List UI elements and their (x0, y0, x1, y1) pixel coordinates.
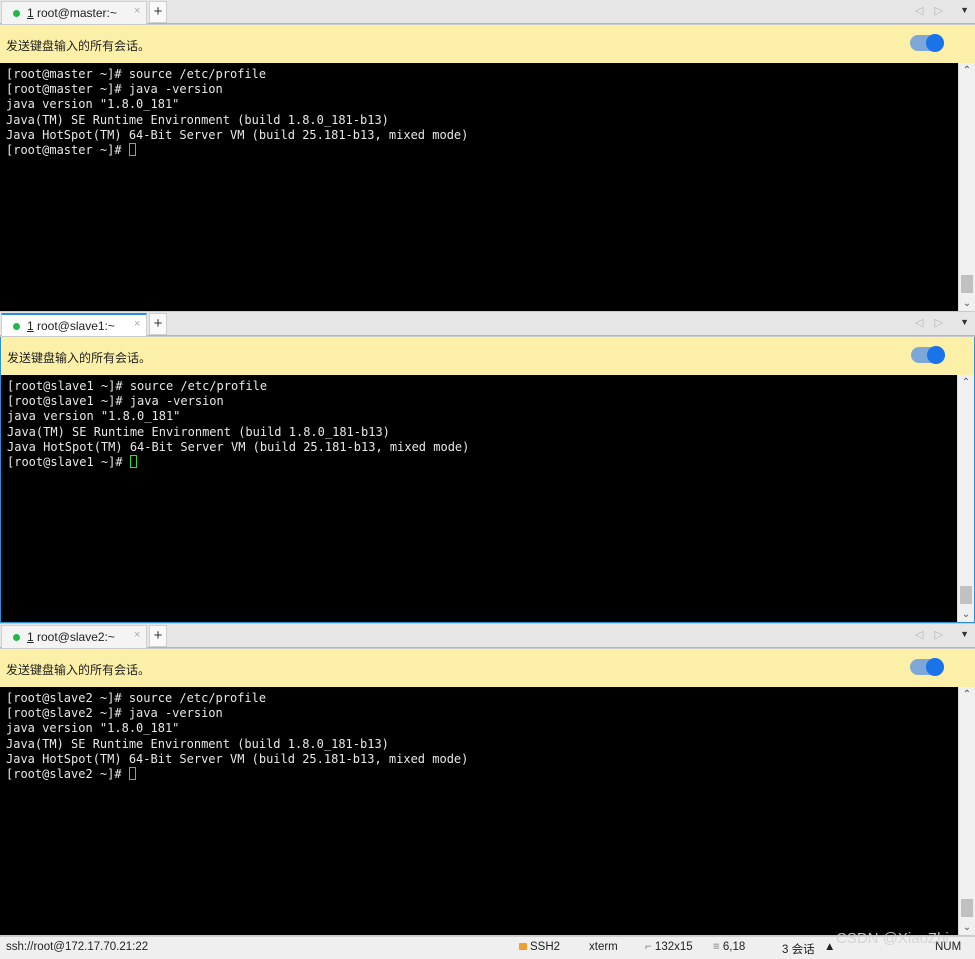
tab-title: root@slave2:~ (37, 630, 115, 644)
tab-title: root@master:~ (37, 6, 117, 20)
connection-string: ssh://root@172.17.70.21:22 (6, 941, 149, 953)
broadcast-toggle[interactable] (911, 346, 945, 364)
terminal-line: [root@slave2 ~]# source /etc/profile (6, 691, 267, 705)
new-tab-button[interactable]: + (149, 313, 167, 335)
protocol-text: SSH2 (530, 941, 561, 953)
tab-number: 1 (27, 6, 34, 20)
close-tab-icon[interactable]: × (134, 629, 140, 641)
broadcast-label: 发送键盘输入的所有会话。 (7, 351, 152, 365)
resize-icon: ⌐ (645, 941, 655, 953)
toggle-knob (926, 658, 944, 676)
terminal-line: [root@slave1 ~]# source /etc/profile (7, 379, 268, 393)
session-count[interactable]: 3 会话 (782, 941, 815, 957)
scroll-up-icon[interactable]: ⌃ (959, 65, 975, 76)
close-tab-icon[interactable]: × (134, 5, 140, 17)
scroll-down-icon[interactable]: ⌄ (959, 298, 975, 309)
broadcast-toggle[interactable] (910, 34, 944, 52)
terminal-pane-slave1: 1 root@slave1:~ × + ◁ ▷ ▼ 发送键盘输入的所有会话。 [… (0, 312, 975, 624)
cursor-position: ≡ 6,18 (713, 941, 745, 953)
terminal-pane-master: 1 root@master:~ × + ◁ ▷ ▼ 发送键盘输入的所有会话。 [… (0, 0, 975, 312)
terminal-prompt-line: [root@master ~]# (6, 142, 468, 158)
tab-menu-dropdown-icon[interactable]: ▼ (960, 629, 969, 639)
broadcast-bar: 发送键盘输入的所有会话。 (0, 337, 975, 375)
terminal-prompt-line: [root@slave1 ~]# (7, 454, 469, 470)
scroll-down-icon[interactable]: ⌄ (959, 922, 975, 933)
scroll-up-icon[interactable]: ⌃ (958, 377, 974, 388)
scroll-up-icon[interactable]: ⌃ (959, 689, 975, 700)
terminal-line: [root@slave1 ~]# java -version (7, 394, 224, 409)
terminal-line: Java HotSpot(TM) 64-Bit Server VM (build… (7, 439, 470, 454)
prompt-text: [root@master ~]# (6, 142, 129, 157)
tab-bar: 1 root@slave2:~ × + ◁ ▷ ▼ (0, 624, 975, 648)
terminal-cursor (128, 766, 136, 780)
new-tab-button[interactable]: + (149, 625, 167, 647)
terminal-size: ⌐ 132x15 (645, 941, 693, 953)
vertical-scrollbar[interactable]: ⌃ ⌄ (957, 375, 974, 622)
vertical-scrollbar[interactable]: ⌃ ⌄ (958, 63, 975, 311)
scrollbar-thumb[interactable] (961, 899, 973, 917)
status-bar: ssh://root@172.17.70.21:22 SSH2 xterm ⌐ … (0, 936, 975, 959)
terminal-cursor (129, 454, 137, 468)
tab-root-slave2[interactable]: 1 root@slave2:~ × (1, 625, 147, 648)
terminal-output[interactable]: [root@slave1 ~]# source /etc/profile [ro… (0, 375, 975, 623)
prompt-text: [root@slave2 ~]# (6, 766, 129, 781)
terminal-line: java version "1.8.0_181" (7, 409, 181, 424)
tab-bar: 1 root@slave1:~ × + ◁ ▷ ▼ (0, 312, 975, 336)
terminal-line: Java HotSpot(TM) 64-Bit Server VM (build… (6, 127, 469, 142)
broadcast-toggle[interactable] (910, 658, 944, 676)
tab-menu-dropdown-icon[interactable]: ▼ (960, 5, 969, 15)
terminal-line: Java(TM) SE Runtime Environment (build 1… (7, 424, 390, 439)
tab-menu-dropdown-icon[interactable]: ▼ (960, 317, 969, 327)
prompt-text: [root@slave1 ~]# (7, 454, 130, 469)
terminal-line: [root@slave2 ~]# java -version (6, 706, 223, 721)
tab-bar: 1 root@master:~ × + ◁ ▷ ▼ (0, 0, 975, 24)
terminal-pane-slave2: 1 root@slave2:~ × + ◁ ▷ ▼ 发送键盘输入的所有会话。 [… (0, 624, 975, 936)
close-tab-icon[interactable]: × (134, 318, 140, 330)
terminal-line: Java(TM) SE Runtime Environment (build 1… (6, 736, 389, 751)
connected-status-icon (13, 10, 20, 17)
scrollbar-thumb[interactable] (960, 586, 972, 604)
terminal-size-text: 132x15 (654, 941, 693, 953)
cursor-pos-text: 6,18 (722, 941, 746, 953)
terminal-line: java version "1.8.0_181" (6, 97, 180, 112)
session-up-arrow-icon[interactable]: ▲ (824, 941, 835, 953)
tab-root-slave1[interactable]: 1 root@slave1:~ × (1, 313, 147, 336)
terminal-line: java version "1.8.0_181" (6, 721, 180, 736)
tab-number: 1 (27, 630, 34, 644)
scroll-down-icon[interactable]: ⌄ (958, 609, 974, 620)
tab-number: 1 (27, 319, 34, 333)
watermark: CSDN @XiaoZhi (836, 930, 949, 947)
connected-status-icon (13, 634, 20, 641)
vertical-scrollbar[interactable]: ⌃ ⌄ (958, 687, 975, 935)
broadcast-label: 发送键盘输入的所有会话。 (6, 663, 151, 677)
toggle-knob (926, 34, 944, 52)
broadcast-label: 发送键盘输入的所有会话。 (6, 39, 151, 53)
terminal-cursor (128, 142, 136, 156)
broadcast-bar: 发送键盘输入的所有会话。 (0, 25, 975, 63)
terminal-output[interactable]: [root@master ~]# source /etc/profile [ro… (0, 63, 975, 311)
tab-scroll-arrows-icon[interactable]: ◁ ▷ (915, 628, 947, 641)
terminal-type: xterm (589, 941, 618, 953)
tab-scroll-arrows-icon[interactable]: ◁ ▷ (915, 4, 947, 17)
cursor-pos-icon: ≡ (713, 941, 723, 953)
terminal-line: [root@master ~]# source /etc/profile (6, 67, 267, 81)
terminal-output[interactable]: [root@slave2 ~]# source /etc/profile [ro… (0, 687, 975, 935)
tab-title: root@slave1:~ (37, 319, 115, 333)
toggle-knob (927, 346, 945, 364)
terminal-line: [root@master ~]# java -version (6, 82, 223, 97)
broadcast-bar: 发送键盘输入的所有会话。 (0, 649, 975, 687)
tab-scroll-arrows-icon[interactable]: ◁ ▷ (915, 316, 947, 329)
tab-root-master[interactable]: 1 root@master:~ × (1, 1, 147, 24)
terminal-line: Java(TM) SE Runtime Environment (build 1… (6, 112, 389, 127)
terminal-line: Java HotSpot(TM) 64-Bit Server VM (build… (6, 751, 469, 766)
protocol-indicator: SSH2 (519, 941, 560, 953)
scrollbar-thumb[interactable] (961, 275, 973, 293)
new-tab-button[interactable]: + (149, 1, 167, 23)
connected-status-icon (13, 323, 20, 330)
lock-icon (519, 943, 527, 950)
terminal-prompt-line: [root@slave2 ~]# (6, 766, 468, 782)
